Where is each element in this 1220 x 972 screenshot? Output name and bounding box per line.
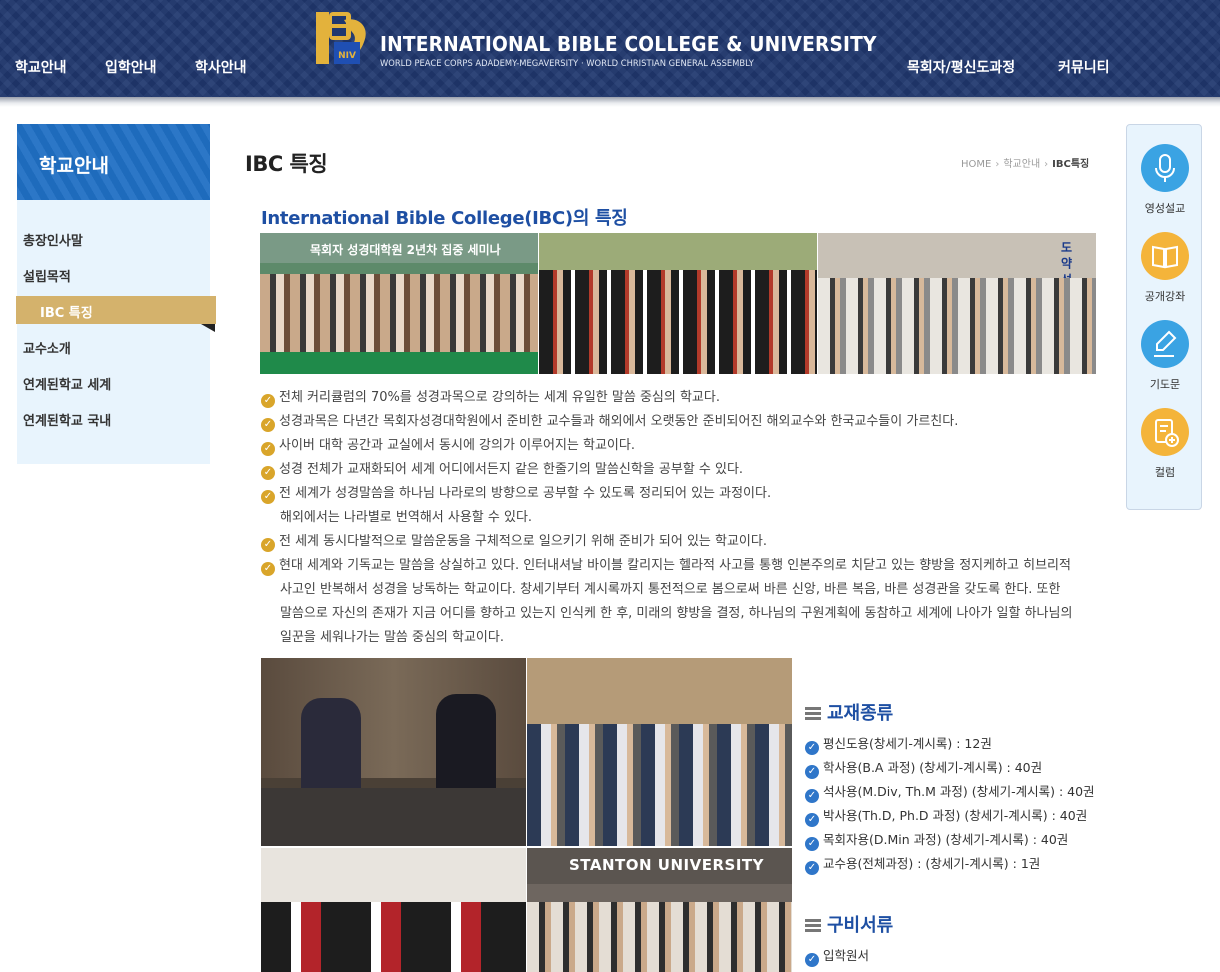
sidebar-item-partner-domestic[interactable]: 연계된학교 국내 xyxy=(23,410,111,429)
feature-item: ✓ 전 세계가 성경말씀을 하나님 나라로의 방향으로 공부할 수 있도록 정리되… xyxy=(261,482,771,504)
check-icon: ✓ xyxy=(805,741,819,755)
campus-group-photo: 도 약 성 xyxy=(818,233,1096,374)
nav-community[interactable]: 커뮤니티 xyxy=(1058,57,1110,77)
sidebar-item-faculty[interactable]: 교수소개 xyxy=(23,338,71,357)
feature-item-continued: 말씀으로 자신의 존재가 지금 어디를 향하고 있는지 인식케 한 후, 미래의… xyxy=(280,606,1073,621)
textbook-item: ✓ 목회자용(D.Min 과정) (창세기-계시록) : 40권 xyxy=(805,829,1068,851)
chevron-right-icon: › xyxy=(995,159,1000,170)
active-pointer-icon xyxy=(201,324,215,332)
textbook-item: ✓ 평신도용(창세기-계시록) : 12권 xyxy=(805,733,992,755)
breadcrumb: HOME › 학교안내 › IBC특징 xyxy=(961,155,1089,170)
textbook-item: ✓ 학사용(B.A 과정) (창세기-계시록) : 40권 xyxy=(805,757,1042,779)
feature-item: ✓ 성경 전체가 교재화되어 세계 어디에서든지 같은 한줄기의 말씀신학을 공부… xyxy=(261,458,743,480)
documents-heading: 구비서류 xyxy=(805,911,893,937)
seminar-group-photo: 목회자 성경대학원 2년차 집중 세미나 xyxy=(260,233,538,374)
feature-item-continued: 일꾼을 세워나가는 말씀 중심의 학교이다. xyxy=(280,630,504,645)
open-book-icon xyxy=(1141,232,1189,280)
nav-pastor-laity-course[interactable]: 목회자/평신도과정 xyxy=(907,57,1015,77)
check-icon: ✓ xyxy=(261,442,275,456)
logo-subtitle: WORLD PEACE CORPS ADADEMY-MEGAVERSITY · … xyxy=(380,59,754,69)
chevron-right-icon: › xyxy=(1044,159,1049,170)
nav-admission[interactable]: 입학안내 xyxy=(105,57,157,77)
logo-icon[interactable]: NIV xyxy=(314,10,372,68)
sidebar-item-founding-purpose[interactable]: 설립목적 xyxy=(23,266,71,285)
check-icon: ✓ xyxy=(805,789,819,803)
nav-academics[interactable]: 학사안내 xyxy=(195,57,247,77)
graduation-photo xyxy=(539,233,817,374)
quick-label: 공개강좌 xyxy=(1144,290,1186,303)
sidebar-title: 학교안내 xyxy=(39,155,109,177)
check-icon: ✓ xyxy=(261,538,275,552)
feature-item-continued: 사고인 반복해서 성경을 낭독하는 학교이다. 창세기부터 계시록까지 통전적으… xyxy=(280,582,1061,597)
site-header: 학교안내 입학안내 학사안내 NIV INTERNATIONAL BIBLE C… xyxy=(0,0,1220,97)
quick-label: 영성설교 xyxy=(1144,202,1186,215)
microphone-icon xyxy=(1141,144,1189,192)
quick-column[interactable]: 컬럼 xyxy=(1127,408,1203,480)
check-icon: ✓ xyxy=(805,813,819,827)
page-title: IBC 특징 xyxy=(245,152,328,176)
feature-item-continued: 해외에서는 나라별로 번역해서 사용할 수 있다. xyxy=(280,510,533,525)
pen-hand-icon xyxy=(1141,320,1189,368)
quick-open-lecture[interactable]: 공개강좌 xyxy=(1127,232,1203,304)
honorary-degree-photo xyxy=(261,848,526,972)
breadcrumb-home[interactable]: HOME xyxy=(961,159,991,170)
check-icon: ✓ xyxy=(261,490,275,504)
sidebar-item-president-greeting[interactable]: 총장인사말 xyxy=(23,230,83,249)
check-icon: ✓ xyxy=(805,953,819,967)
quick-label: 기도문 xyxy=(1149,378,1181,391)
sidebar-title-box: 학교안내 xyxy=(17,124,210,200)
stanton-university-photo: STANTON UNIVERSITY xyxy=(527,848,792,972)
logo-title: INTERNATIONAL BIBLE COLLEGE & UNIVERSITY xyxy=(380,32,877,56)
feature-item: ✓ 사이버 대학 공간과 교실에서 동시에 강의가 이루어지는 학교이다. xyxy=(261,434,635,456)
svg-text:NIV: NIV xyxy=(338,51,356,61)
check-icon: ✓ xyxy=(805,765,819,779)
section-heading: International Bible College(IBC)의 특징 xyxy=(261,208,628,229)
sidebar-item-ibc-features[interactable]: IBC 특징 xyxy=(16,296,216,324)
quick-label: 컬럼 xyxy=(1154,466,1176,479)
check-icon: ✓ xyxy=(805,861,819,875)
textbook-item: ✓ 석사용(M.Div, Th.M 과정) (창세기-계시록) : 40권 xyxy=(805,781,1095,803)
quick-prayer[interactable]: 기도문 xyxy=(1127,320,1203,392)
sidebar-item-partner-world[interactable]: 연계된학교 세계 xyxy=(23,374,111,393)
nav-school-info[interactable]: 학교안내 xyxy=(15,57,67,77)
textbook-item: ✓ 교수용(전체과정) : (창세기-계시록) : 1권 xyxy=(805,853,1040,875)
header-shadow xyxy=(0,97,1220,107)
textbook-item: ✓ 박사용(Th.D, Ph.D 과정) (창세기-계시록) : 40권 xyxy=(805,805,1087,827)
feature-item: ✓ 전 세계 동시다발적으로 말씀운동을 구체적으로 일으키기 위해 준비가 되어… xyxy=(261,530,767,552)
seminar-banner-text: 목회자 성경대학원 2년차 집중 세미나 xyxy=(310,243,501,257)
list-icon xyxy=(805,919,821,932)
feature-item: ✓ 전체 커리큘럼의 70%를 성경과목으로 강의하는 세계 유일한 말씀 중심의… xyxy=(261,386,720,408)
quick-menu: 영성설교 공개강좌 기도문 컬럼 xyxy=(1126,124,1202,510)
check-icon: ✓ xyxy=(261,418,275,432)
document-item: ✓ 입학원서 xyxy=(805,945,869,967)
check-icon: ✓ xyxy=(261,394,275,408)
faculty-group-photo xyxy=(527,658,792,846)
check-icon: ✓ xyxy=(805,837,819,851)
sidebar-item-label: IBC 특징 xyxy=(40,306,93,321)
feature-item: ✓ 성경과목은 다년간 목회자성경대학원에서 준비한 교수들과 해외에서 오랫동안… xyxy=(261,410,958,432)
list-icon xyxy=(805,707,821,720)
breadcrumb-school-info[interactable]: 학교안내 xyxy=(1003,159,1040,170)
textbooks-heading: 교재종류 xyxy=(805,699,893,725)
feature-item: ✓ 현대 세계와 기독교는 말씀을 상실하고 있다. 인터내셔날 바이블 칼리지는… xyxy=(261,554,1071,576)
conference-photo xyxy=(261,658,526,846)
stanton-sign-text: STANTON UNIVERSITY xyxy=(569,856,764,874)
check-icon: ✓ xyxy=(261,466,275,480)
breadcrumb-current: IBC특징 xyxy=(1052,159,1090,170)
document-add-icon xyxy=(1141,408,1189,456)
quick-spiritual-sermon[interactable]: 영성설교 xyxy=(1127,144,1203,216)
check-icon: ✓ xyxy=(261,562,275,576)
